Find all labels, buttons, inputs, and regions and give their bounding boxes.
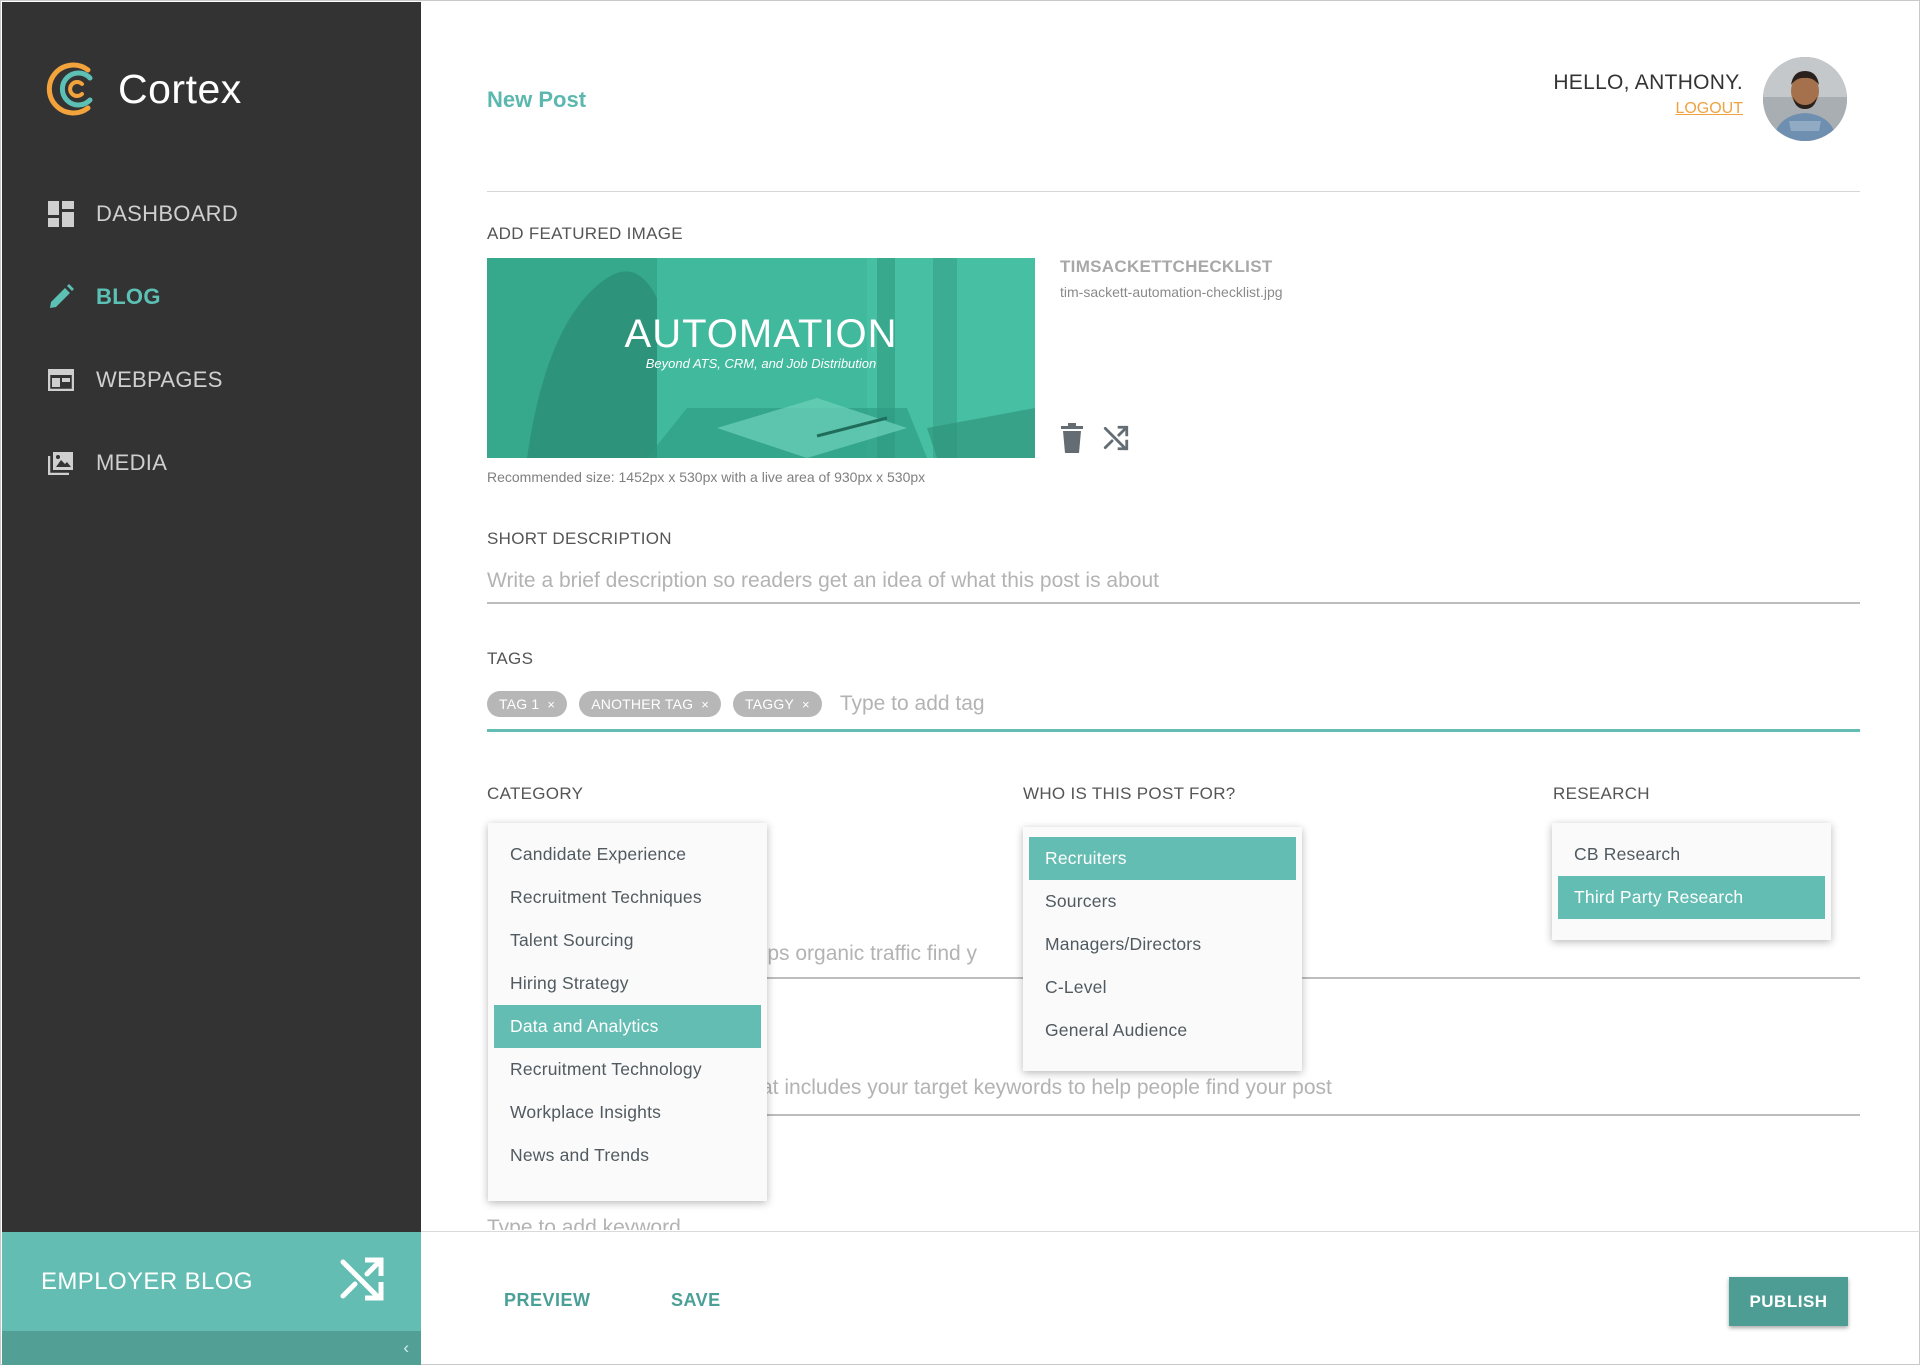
sidebar-collapse-bar[interactable]: ‹ [2, 1331, 421, 1365]
category-option[interactable]: Hiring Strategy [494, 962, 761, 1005]
recommended-size-note: Recommended size: 1452px x 530px with a … [487, 469, 926, 485]
featured-image[interactable]: AUTOMATION Beyond ATS, CRM, and Job Dist… [487, 258, 1035, 458]
close-icon[interactable]: × [802, 697, 810, 712]
sidebar: Cortex DASHBOARD BLOG WEBPAGES MEDIA [2, 2, 421, 1232]
user-greeting-block: HELLO, ANTHONY. LOGOUT [1553, 71, 1743, 118]
sidebar-item-label: BLOG [96, 283, 161, 309]
audience-option[interactable]: General Audience [1029, 1009, 1296, 1052]
image-filename: tim-sackett-automation-checklist.jpg [1060, 284, 1283, 300]
meta-description-placeholder[interactable]: at includes your target keywords to help… [761, 1076, 1332, 1100]
app-window: Cortex DASHBOARD BLOG WEBPAGES MEDIA EMP… [0, 0, 1920, 1365]
short-description-field [487, 564, 1860, 608]
category-option[interactable]: Recruitment Technology [494, 1048, 761, 1091]
seo-description-underline [761, 977, 1860, 979]
close-icon[interactable]: × [547, 697, 555, 712]
featured-image-title: AUTOMATION [624, 312, 898, 356]
image-name: TIMSACKETTCHECKLIST [1060, 257, 1273, 276]
trash-icon[interactable] [1059, 422, 1085, 454]
category-option[interactable]: Talent Sourcing [494, 919, 761, 962]
tags-label: TAGS [487, 649, 534, 668]
image-tools [1059, 422, 1129, 454]
research-option[interactable]: CB Research [1558, 833, 1825, 876]
featured-image-subtitle: Beyond ATS, CRM, and Job Distribution [645, 356, 877, 371]
keyword-input-placeholder[interactable]: Type to add keyword [487, 1216, 681, 1230]
seo-description-placeholder[interactable]: elps organic traffic find y [751, 942, 977, 966]
sidebar-nav: DASHBOARD BLOG WEBPAGES MEDIA [47, 172, 238, 504]
logo[interactable]: Cortex [44, 56, 242, 122]
webpage-icon [47, 366, 75, 394]
audience-dropdown-menu: Recruiters Sourcers Managers/Directors C… [1023, 827, 1302, 1071]
tag-chip[interactable]: TAGGY × [733, 691, 822, 717]
category-option[interactable]: Recruitment Techniques [494, 876, 761, 919]
sidebar-item-label: DASHBOARD [96, 200, 239, 226]
meta-description-underline [761, 1114, 1860, 1116]
save-button[interactable]: SAVE [671, 1290, 721, 1311]
tag-chip[interactable]: TAG 1 × [487, 691, 568, 717]
sidebar-item-webpages[interactable]: WEBPAGES [47, 338, 238, 421]
research-option-selected[interactable]: Third Party Research [1558, 876, 1825, 919]
blog-switcher-label: EMPLOYER BLOG [41, 1267, 253, 1295]
close-icon[interactable]: × [701, 697, 709, 712]
category-option[interactable]: News and Trends [494, 1134, 761, 1177]
audience-option[interactable]: Managers/Directors [1029, 923, 1296, 966]
tag-input[interactable] [839, 692, 1340, 716]
tags-underline-active [487, 729, 1860, 732]
audience-label: WHO IS THIS POST FOR? [1023, 784, 1236, 803]
footer-divider [421, 1231, 1920, 1232]
chevron-left-icon[interactable]: ‹ [403, 1338, 409, 1358]
tag-chip-label: TAG 1 [499, 696, 540, 712]
sidebar-item-label: WEBPAGES [96, 366, 223, 392]
category-label: CATEGORY [487, 784, 584, 803]
header-divider [487, 191, 1860, 192]
tag-chip-label: TAGGY [745, 696, 795, 712]
sidebar-item-media[interactable]: MEDIA [47, 421, 238, 504]
short-description-input[interactable] [487, 564, 1860, 598]
category-option-selected[interactable]: Data and Analytics [494, 1005, 761, 1048]
publish-button[interactable]: PUBLISH [1729, 1277, 1848, 1326]
image-icon [47, 449, 75, 477]
tags-row: TAG 1 × ANOTHER TAG × TAGGY × [487, 691, 1340, 717]
greeting-text: HELLO, ANTHONY. [1553, 71, 1743, 94]
featured-image-label: ADD FEATURED IMAGE [487, 224, 683, 243]
research-dropdown-menu: CB Research Third Party Research [1552, 823, 1831, 940]
audience-option[interactable]: C-Level [1029, 966, 1296, 1009]
category-option[interactable]: Workplace Insights [494, 1091, 761, 1134]
research-label: RESEARCH [1553, 784, 1650, 803]
tag-chip-label: ANOTHER TAG [591, 696, 694, 712]
sidebar-item-blog[interactable]: BLOG [47, 255, 238, 338]
blog-switcher[interactable]: EMPLOYER BLOG [2, 1232, 421, 1331]
audience-option-selected[interactable]: Recruiters [1029, 837, 1296, 880]
page-title: New Post [487, 87, 587, 112]
shuffle-icon[interactable] [339, 1256, 385, 1307]
category-option[interactable]: Candidate Experience [494, 833, 761, 876]
audience-option[interactable]: Sourcers [1029, 880, 1296, 923]
logout-link[interactable]: LOGOUT [1553, 100, 1743, 118]
sidebar-item-label: MEDIA [96, 449, 168, 475]
sidebar-item-dashboard[interactable]: DASHBOARD [47, 172, 238, 255]
dashboard-icon [47, 200, 75, 228]
cortex-logo-icon [46, 62, 93, 116]
avatar[interactable] [1763, 57, 1847, 141]
category-dropdown-menu: Candidate Experience Recruitment Techniq… [488, 823, 767, 1201]
tag-chip[interactable]: ANOTHER TAG × [579, 691, 722, 717]
preview-button[interactable]: PREVIEW [504, 1290, 591, 1311]
app-name: Cortex [118, 65, 242, 112]
shuffle-icon[interactable] [1103, 422, 1129, 454]
short-description-label: SHORT DESCRIPTION [487, 529, 672, 548]
short-description-underline [487, 602, 1860, 604]
pencil-icon [47, 283, 75, 311]
